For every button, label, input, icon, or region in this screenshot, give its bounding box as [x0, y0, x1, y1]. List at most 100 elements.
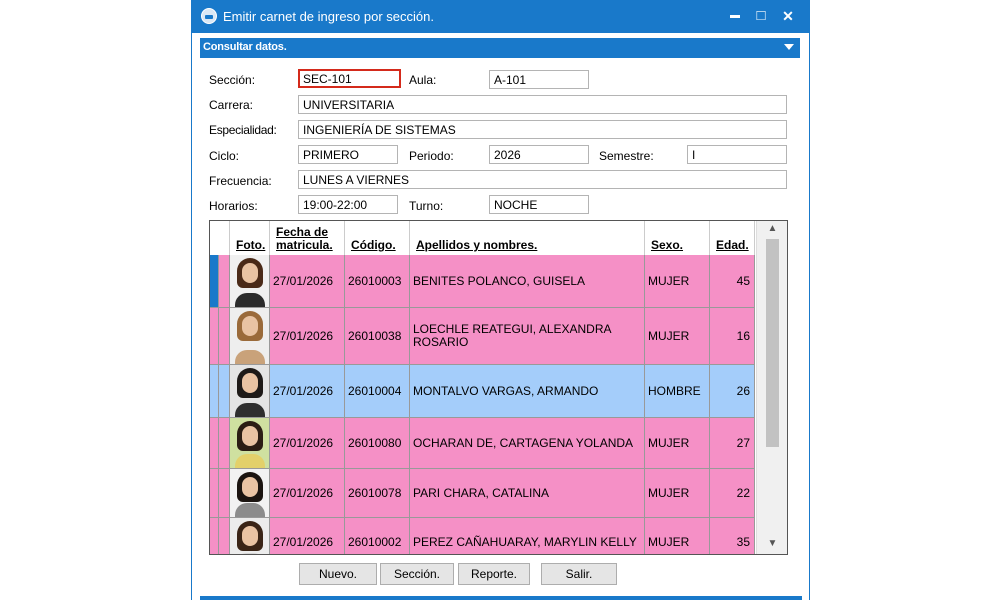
cell-nombre: MONTALVO VARGAS, ARMANDO	[410, 365, 645, 418]
cell-sexo: MUJER	[645, 308, 710, 365]
header-edad-text: Edad.	[716, 238, 749, 252]
vertical-scrollbar[interactable]: ▲ ▼	[756, 221, 787, 554]
table-row[interactable]: 27/01/2026 26010038 LOECHLE REATEGUI, ALEX…	[210, 308, 755, 365]
table-row[interactable]: 27/01/2026 26010004 MONTALVO VARGAS, ARMAN…	[210, 365, 755, 418]
cell-nombre: PARI CHARA, CATALINA	[410, 469, 645, 518]
cell-sexo: MUJER	[645, 255, 710, 308]
semestre-label: Semestre:	[599, 149, 654, 163]
row-selector[interactable]	[210, 255, 219, 308]
cell-fecha: 27/01/2026	[270, 255, 345, 308]
horarios-label: Horarios:	[209, 199, 258, 213]
student-photo	[230, 255, 270, 308]
cell-edad: 22	[710, 469, 755, 518]
frecuencia-field[interactable]: LUNES A VIERNES	[298, 170, 787, 189]
panel-title: Consultar datos.	[203, 41, 287, 53]
table-row[interactable]: 27/01/2026 26010080 OCHARAN DE, CARTAGENA …	[210, 418, 755, 469]
especialidad-field[interactable]: INGENIERÍA DE SISTEMAS	[298, 120, 787, 139]
header-fecha-line2: matricula.	[276, 238, 333, 252]
cell-edad: 45	[710, 255, 755, 308]
title-bar: Emitir carnet de ingreso por sección. ▬ …	[192, 0, 809, 33]
main-window: Emitir carnet de ingreso por sección. ▬ …	[191, 0, 810, 600]
cell-edad: 27	[710, 418, 755, 469]
cell-sexo: MUJER	[645, 418, 710, 469]
chevron-down-icon[interactable]	[784, 44, 794, 50]
cell-nombre: BENITES POLANCO, GUISELA	[410, 255, 645, 308]
header-codigo-text: Código.	[351, 238, 396, 252]
header-sexo[interactable]: Sexo.	[645, 221, 710, 255]
cell-edad: 35	[710, 518, 755, 554]
row-header-cell	[219, 518, 230, 554]
especialidad-label: Especialidad:	[209, 123, 277, 137]
cell-fecha: 27/01/2026	[270, 308, 345, 365]
cell-sexo: MUJER	[645, 469, 710, 518]
seccion-button[interactable]: Sección.	[380, 563, 454, 585]
maximize-button[interactable]: □	[750, 6, 772, 26]
row-header-cell	[219, 255, 230, 308]
header-foto[interactable]: Foto.	[230, 221, 270, 255]
close-button[interactable]: ✕	[777, 6, 799, 26]
window-title: Emitir carnet de ingreso por sección.	[223, 9, 434, 24]
reporte-button[interactable]: Reporte.	[458, 563, 530, 585]
aula-field[interactable]: A-101	[489, 70, 589, 89]
cell-fecha: 27/01/2026	[270, 418, 345, 469]
row-header-cell	[219, 365, 230, 418]
student-photo	[230, 418, 270, 469]
row-selector[interactable]	[210, 365, 219, 418]
header-edad[interactable]: Edad.	[710, 221, 755, 255]
row-selector[interactable]	[210, 308, 219, 365]
cell-codigo: 26010003	[345, 255, 410, 308]
scroll-down-icon[interactable]: ▼	[766, 538, 779, 552]
row-header-cell	[219, 469, 230, 518]
frecuencia-label: Frecuencia:	[209, 174, 272, 188]
seccion-field[interactable]: SEC-101	[298, 69, 401, 88]
turno-field[interactable]: NOCHE	[489, 195, 589, 214]
row-header-column	[210, 221, 230, 255]
semestre-field[interactable]: I	[687, 145, 787, 164]
row-header-cell	[219, 418, 230, 469]
seccion-label: Sección:	[209, 73, 255, 87]
periodo-field[interactable]: 2026	[489, 145, 589, 164]
cell-fecha: 27/01/2026	[270, 469, 345, 518]
header-foto-text: Foto.	[236, 238, 266, 252]
row-selector[interactable]	[210, 418, 219, 469]
header-codigo[interactable]: Código.	[345, 221, 410, 255]
row-header-cell	[219, 308, 230, 365]
cell-nombre: PEREZ CAÑAHUARAY, MARYLIN KELLY	[410, 518, 645, 554]
header-nombres-text: Apellidos y nombres.	[416, 238, 538, 252]
carrera-label: Carrera:	[209, 98, 254, 112]
nuevo-button[interactable]: Nuevo.	[299, 563, 377, 585]
minimize-button[interactable]: ▬	[724, 6, 746, 26]
row-selector[interactable]	[210, 518, 219, 554]
periodo-label: Periodo:	[409, 149, 454, 163]
cell-codigo: 26010004	[345, 365, 410, 418]
horarios-field[interactable]: 19:00-22:00	[298, 195, 398, 214]
table-row[interactable]: 27/01/2026 26010078 PARI CHARA, CATALINA MU…	[210, 469, 755, 518]
cell-sexo: MUJER	[645, 518, 710, 554]
ciclo-label: Ciclo:	[209, 149, 240, 163]
student-photo	[230, 518, 270, 554]
student-photo	[230, 365, 270, 418]
scroll-up-icon[interactable]: ▲	[766, 223, 779, 237]
salir-button[interactable]: Salir.	[541, 563, 617, 585]
cell-codigo: 26010080	[345, 418, 410, 469]
cell-codigo: 26010078	[345, 469, 410, 518]
student-photo	[230, 308, 270, 365]
cell-nombre: OCHARAN DE, CARTAGENA YOLANDA	[410, 418, 645, 469]
status-strip	[200, 596, 802, 600]
cell-edad: 16	[710, 308, 755, 365]
scroll-thumb[interactable]	[766, 239, 779, 447]
students-grid[interactable]: Foto. Fecha de matricula. Código. Apelli…	[209, 220, 788, 555]
cell-fecha: 27/01/2026	[270, 365, 345, 418]
cell-codigo: 26010002	[345, 518, 410, 554]
table-row[interactable]: 27/01/2026 26010003 BENITES POLANCO, GUISE…	[210, 255, 755, 308]
ciclo-field[interactable]: PRIMERO	[298, 145, 398, 164]
aula-label: Aula:	[409, 73, 437, 87]
carrera-field[interactable]: UNIVERSITARIA	[298, 95, 787, 114]
header-fecha[interactable]: Fecha de matricula.	[270, 221, 345, 255]
panel-header[interactable]: Consultar datos.	[200, 38, 800, 58]
cell-codigo: 26010038	[345, 308, 410, 365]
table-row[interactable]: 27/01/2026 26010002 PEREZ CAÑAHUARAY, MARY…	[210, 518, 755, 554]
header-nombres[interactable]: Apellidos y nombres.	[410, 221, 645, 255]
cell-fecha: 27/01/2026	[270, 518, 345, 554]
row-selector[interactable]	[210, 469, 219, 518]
